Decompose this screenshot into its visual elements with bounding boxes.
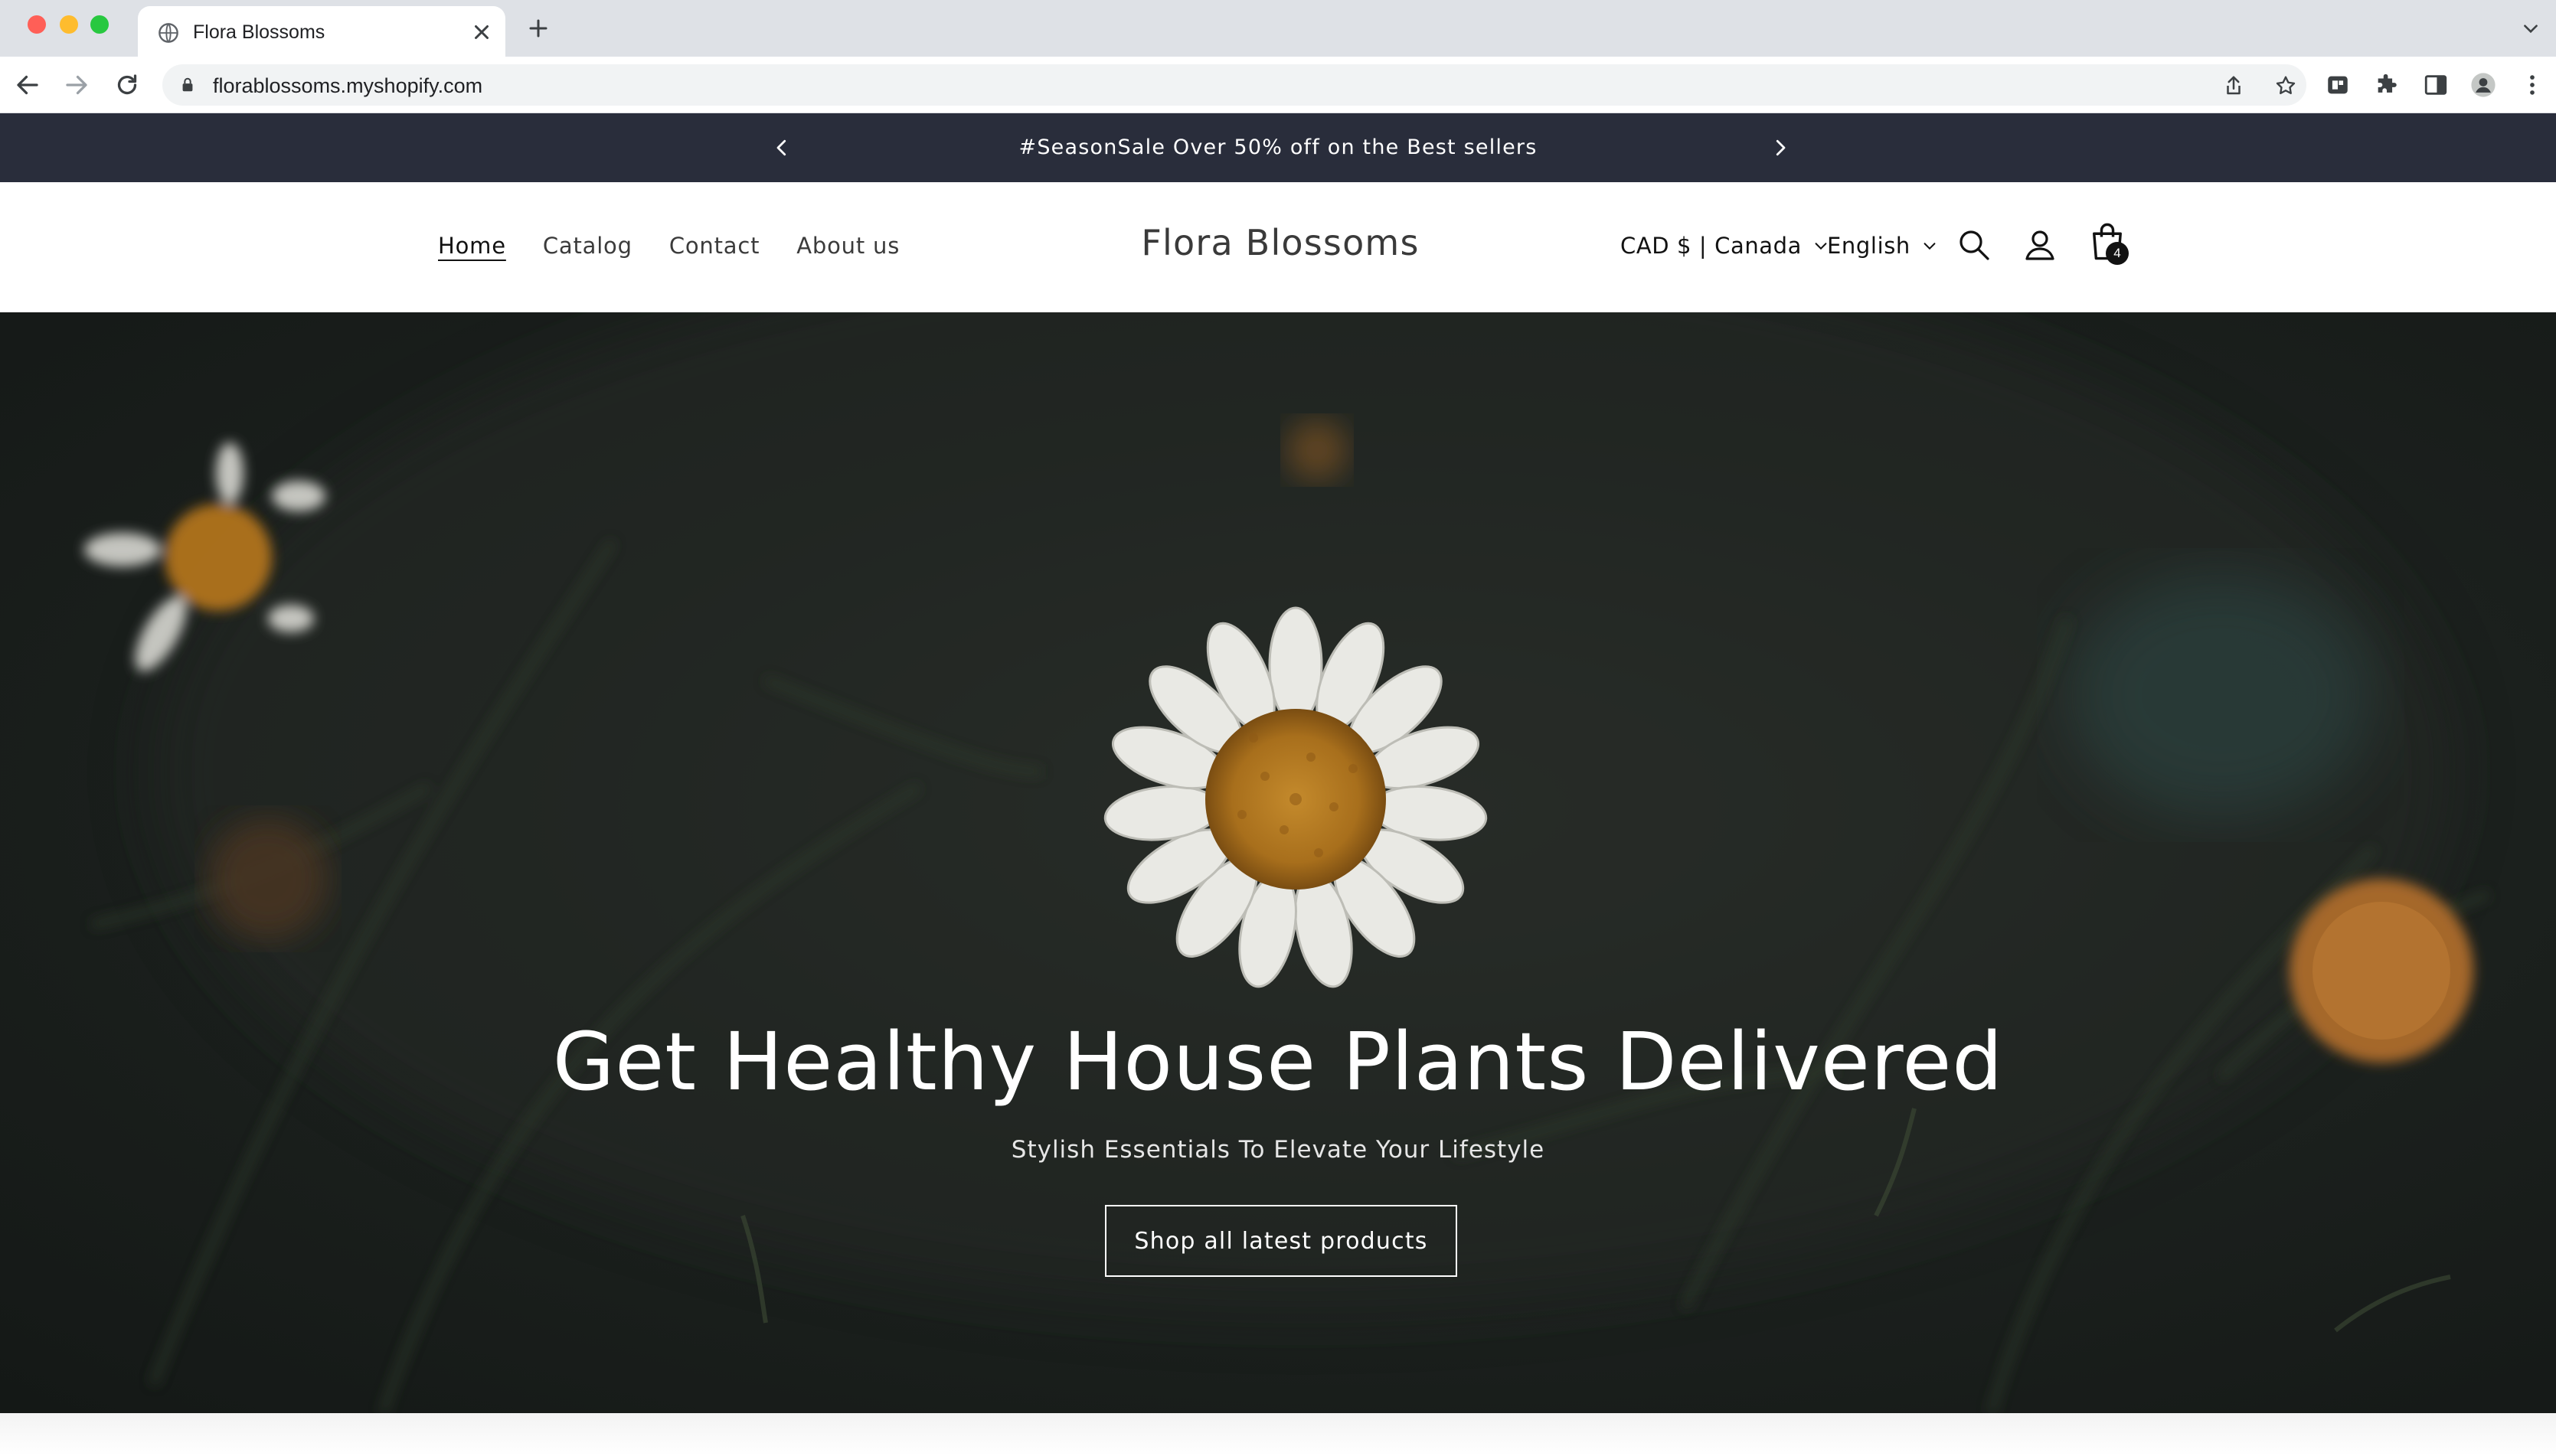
globe-icon [159, 23, 178, 43]
back-arrow-icon[interactable] [14, 71, 41, 99]
forward-arrow-icon[interactable] [63, 71, 90, 99]
main-menu: Home Catalog Contact About us [438, 233, 900, 259]
browser-tab[interactable]: Flora Blossoms [138, 6, 505, 57]
window-minimize-button[interactable] [60, 15, 78, 34]
announcement-bar: #SeasonSale Over 50% off on the Best sel… [0, 113, 2556, 182]
close-icon[interactable] [470, 21, 493, 44]
nav-link-home[interactable]: Home [438, 233, 506, 259]
url-text[interactable]: florablossoms.myshopify.com [213, 74, 482, 98]
side-panel-icon[interactable] [2423, 72, 2449, 98]
cart-count-badge: 4 [2106, 242, 2129, 265]
extension-icon[interactable] [2325, 72, 2351, 98]
kebab-menu-icon[interactable] [2519, 72, 2545, 98]
profile-icon[interactable] [2470, 72, 2496, 98]
shop-all-button[interactable]: Shop all latest products [1105, 1205, 1457, 1277]
nav-link-catalog[interactable]: Catalog [543, 233, 632, 259]
chevron-left-icon[interactable] [770, 136, 793, 159]
chevron-right-icon[interactable] [1769, 136, 1792, 159]
address-bar[interactable]: florablossoms.myshopify.com [162, 64, 2306, 106]
store-header: Home Catalog Contact About us Flora Blos… [0, 182, 2556, 312]
nav-link-about-us[interactable]: About us [796, 233, 900, 259]
browser-toolbar: florablossoms.myshopify.com [0, 57, 2556, 113]
next-section-edge [0, 1413, 2556, 1456]
store-logo[interactable]: Flora Blossoms [1051, 222, 1510, 263]
announcement-text: #SeasonSale Over 50% off on the Best sel… [1018, 135, 1538, 159]
language-selector-label: English [1827, 233, 1910, 259]
tab-title: Flora Blossoms [193, 21, 325, 43]
browser-tab-bar: Flora Blossoms [0, 0, 2556, 57]
window-close-button[interactable] [28, 15, 46, 34]
share-icon[interactable] [2222, 74, 2245, 97]
country-selector[interactable]: CAD $ | Canada [1620, 233, 1829, 259]
language-selector[interactable]: English [1827, 233, 1938, 259]
account-icon[interactable] [2022, 227, 2058, 263]
star-icon[interactable] [2274, 74, 2297, 97]
hero-subtitle: Stylish Essentials To Elevate Your Lifes… [1011, 1136, 1545, 1164]
puzzle-icon[interactable] [2374, 72, 2400, 98]
chevron-down-icon [1924, 243, 1936, 250]
country-selector-label: CAD $ | Canada [1620, 233, 1803, 259]
lock-icon[interactable] [179, 76, 196, 94]
reload-icon[interactable] [113, 71, 141, 99]
nav-link-contact[interactable]: Contact [669, 233, 760, 259]
chevron-down-icon[interactable] [2521, 18, 2541, 38]
plus-icon[interactable] [527, 17, 550, 40]
search-icon[interactable] [1956, 227, 1992, 263]
window-maximize-button[interactable] [90, 15, 109, 34]
hero-title: Get Healthy House Plants Delivered [552, 1015, 2004, 1108]
hero-banner: Get Healthy House Plants Delivered Styli… [0, 312, 2556, 1413]
